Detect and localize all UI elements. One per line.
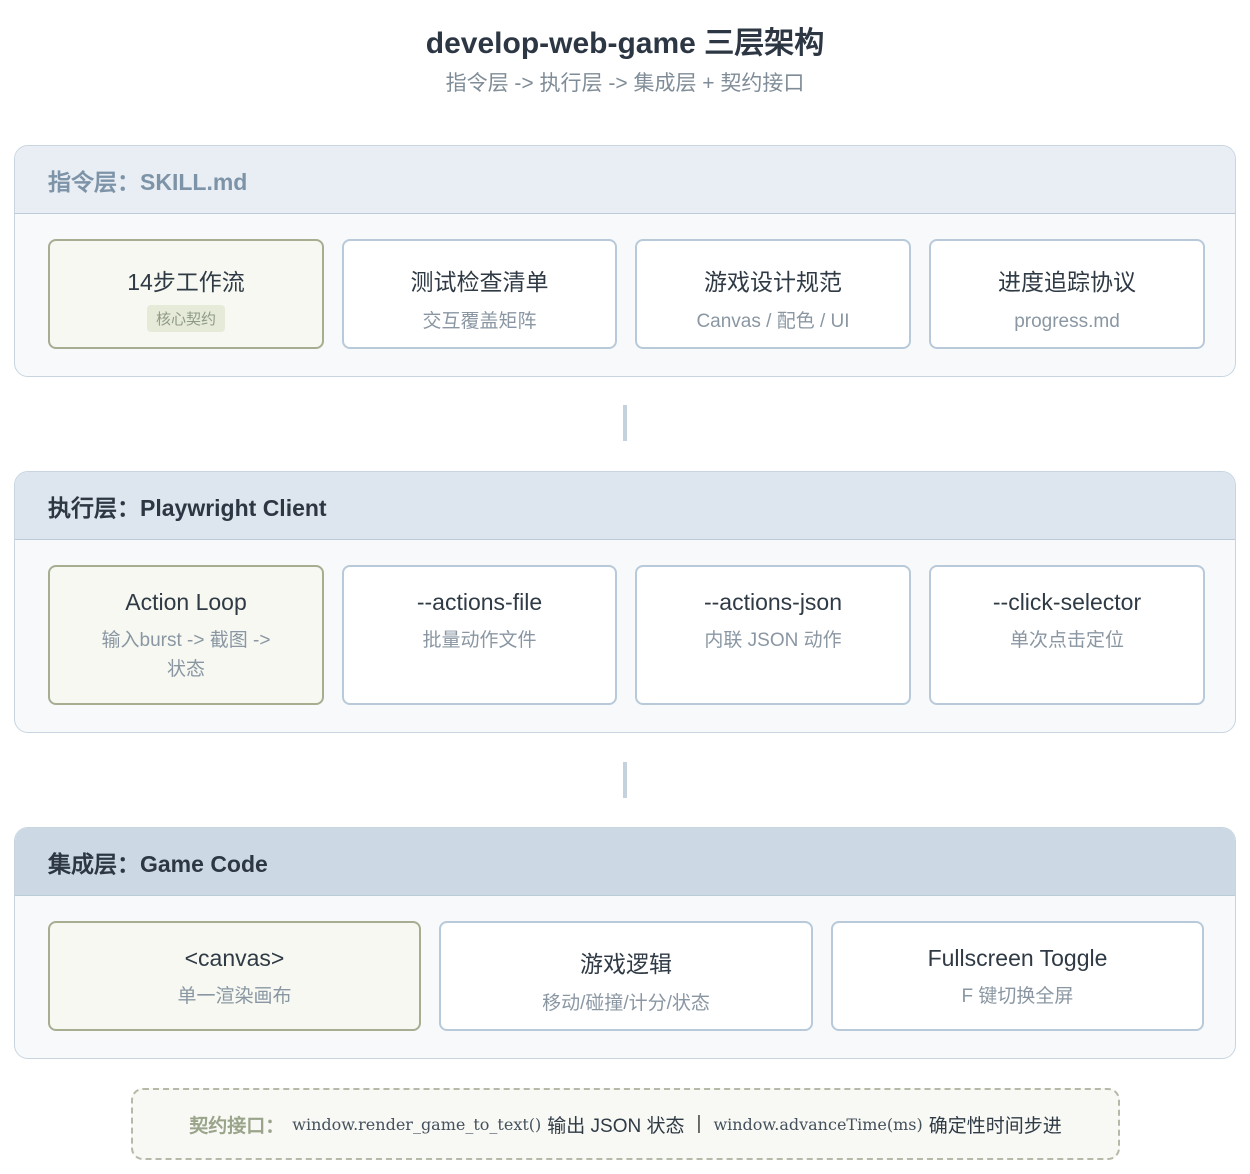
contract-separator: | [696,1113,702,1134]
advance-time-fn: window.advanceTime(ms) [713,1114,923,1134]
card-subtitle: Canvas / 配色 / UI [696,311,850,332]
page-title: develop-web-game 三层架构 [425,27,825,60]
card-title: 14步工作流 [127,269,245,295]
card-subtitle: 内联 JSON 动作 [704,630,842,651]
card-title: --actions-json [703,589,843,615]
card-subtitle: progress.md [1014,311,1120,332]
card-subtitle: 批量动作文件 [422,630,537,651]
advance-time-desc: 确定性时间步进 [928,1115,1062,1137]
card-actions-file: --actions-file 批量动作文件 [342,565,617,705]
execution-layer: 执行层：Playwright Client Action Loop 输入burs… [14,471,1236,733]
integration-layer-title: 集成层：Game Code [15,828,1235,896]
card-title: --actions-file [416,589,543,615]
card-game-design-spec: 游戏设计规范 Canvas / 配色 / UI [635,239,911,349]
card-progress-protocol: 进度追踪协议 progress.md [929,239,1205,349]
instruction-layer: 指令层：SKILL.md 14步工作流 核心契约 测试检查清单 交互覆盖矩阵 游… [14,145,1236,377]
card-game-logic: 游戏逻辑 移动/碰撞/计分/状态 [439,921,813,1031]
card-click-selector: --click-selector 单次点击定位 [929,565,1205,705]
card-workflow: 14步工作流 核心契约 [48,239,324,349]
card-fullscreen-toggle: Fullscreen Toggle F 键切换全屏 [831,921,1204,1031]
execution-layer-title: 执行层：Playwright Client [15,472,1235,540]
instruction-layer-title: 指令层：SKILL.md [15,146,1235,214]
connector-line [623,405,627,441]
card-subtitle-line: 输入burst -> 截图 -> [101,630,271,651]
contract-interface-box: 契约接口： window.render_game_to_text() 输出 JS… [131,1088,1120,1160]
render-game-to-text-desc: 输出 JSON 状态 [547,1115,685,1137]
card-title: Action Loop [125,589,247,615]
card-subtitle: F 键切换全屏 [961,986,1074,1007]
card-title: 进度追踪协议 [998,269,1136,295]
contract-label: 契约接口： [189,1115,285,1137]
connector-line [623,762,627,798]
card-action-loop: Action Loop 输入burst -> 截图 -> 状态 [48,565,324,705]
core-contract-badge: 核心契约 [146,305,225,332]
page-subtitle: 指令层 -> 执行层 -> 集成层 + 契约接口 [445,72,805,95]
card-subtitle: 移动/碰撞/计分/状态 [542,993,710,1014]
card-subtitle: 单次点击定位 [1009,630,1124,651]
card-subtitle: 单一渲染画布 [177,986,292,1007]
render-game-to-text-fn: window.render_game_to_text() [292,1114,542,1134]
card-title: Fullscreen Toggle [927,945,1108,971]
card-subtitle: 输入burst -> 截图 -> 状态 [102,626,271,684]
card-subtitle-line: 状态 [166,659,205,680]
card-subtitle: 交互覆盖矩阵 [422,311,537,332]
integration-layer: 集成层：Game Code <canvas> 单一渲染画布 游戏逻辑 移动/碰撞… [14,827,1236,1059]
card-title: 游戏设计规范 [704,269,842,295]
card-canvas: <canvas> 单一渲染画布 [48,921,421,1031]
card-title: 游戏逻辑 [580,951,672,977]
card-title: <canvas> [184,945,285,971]
card-test-checklist: 测试检查清单 交互覆盖矩阵 [342,239,617,349]
card-title: --click-selector [992,589,1142,615]
card-actions-json: --actions-json 内联 JSON 动作 [635,565,911,705]
card-title: 测试检查清单 [410,269,549,295]
